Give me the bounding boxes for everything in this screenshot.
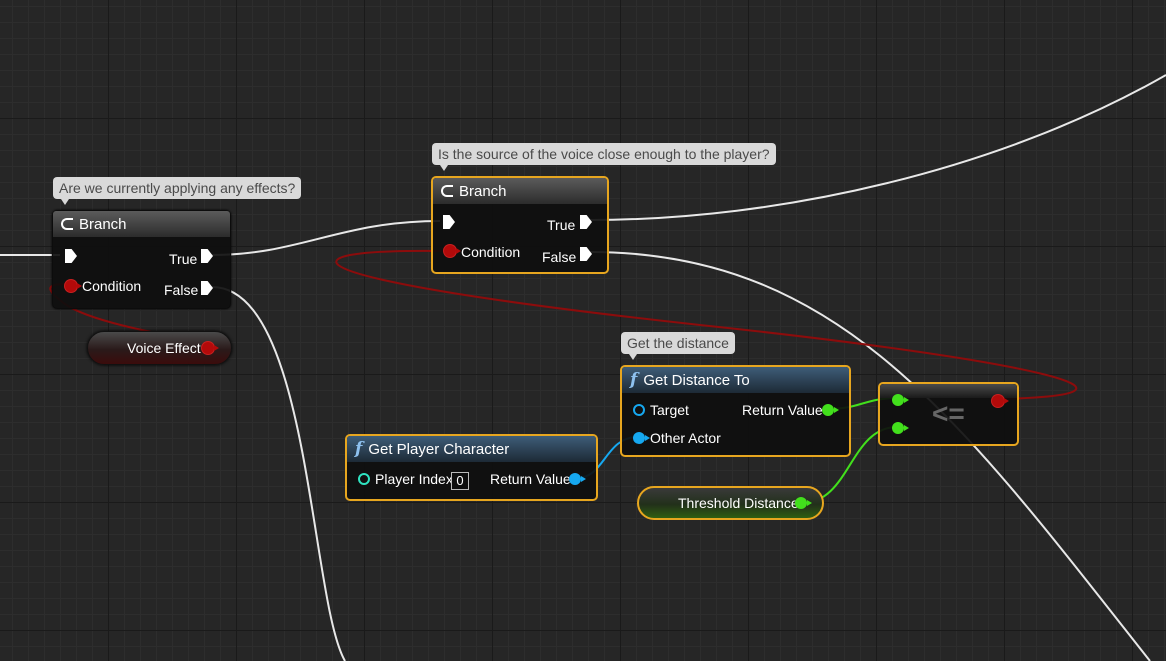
exec-wire-branch1-false <box>211 286 346 661</box>
branch-node-1-header: Branch <box>53 211 230 237</box>
branch-node-2-title: Branch <box>459 182 507 200</box>
get-distance-to-title: Get Distance To <box>643 371 750 389</box>
branch-node-1-title: Branch <box>79 215 127 233</box>
compare-input-b-pin[interactable] <box>892 422 909 434</box>
branch-node-2-exec-in-pin[interactable] <box>443 215 455 229</box>
branch-node-2-true-label: True <box>547 217 576 233</box>
branch-node-1-true-label: True <box>169 251 198 267</box>
get-player-return-pin[interactable] <box>569 473 586 485</box>
branch-icon <box>61 218 73 230</box>
threshold-distance-output-pin[interactable] <box>795 497 812 509</box>
player-index-label: Player Index <box>375 471 453 487</box>
threshold-distance-label: Threshold Distance <box>678 495 799 511</box>
less-equal-compare-node[interactable]: <= <box>878 382 1019 446</box>
get-player-character-node[interactable]: f Get Player Character Player Index 0 Re… <box>345 434 598 501</box>
branch-node-2-condition-label: Condition <box>461 244 521 260</box>
branch-node-2[interactable]: Branch True Condition False <box>431 176 609 274</box>
exec-wire-branch1-true-to-branch2 <box>211 220 441 256</box>
branch-node-1-true-pin[interactable] <box>201 249 213 263</box>
get-distance-return-pin[interactable] <box>822 404 839 416</box>
branch-node-2-false-label: False <box>542 249 577 265</box>
function-f-icon: f <box>630 370 638 390</box>
get-player-character-header: f Get Player Character <box>347 436 596 462</box>
branch-node-1-condition-pin[interactable] <box>65 280 82 292</box>
branch-node-1-false-pin[interactable] <box>201 281 213 295</box>
get-player-character-title: Get Player Character <box>368 440 510 458</box>
branch-node-1-exec-in-pin[interactable] <box>65 249 77 263</box>
threshold-distance-variable-node[interactable]: Threshold Distance <box>637 486 824 520</box>
get-player-return-label: Return Value <box>490 471 571 487</box>
voice-effect-output-pin[interactable] <box>202 342 219 354</box>
get-distance-other-actor-pin[interactable] <box>633 432 650 444</box>
compare-input-a-pin[interactable] <box>892 394 909 406</box>
get-distance-to-header: f Get Distance To <box>622 367 849 393</box>
branch-node-2-true-pin[interactable] <box>580 215 592 229</box>
player-index-input[interactable]: 0 <box>451 472 469 490</box>
comment-bubble-distance: Get the distance <box>621 332 735 360</box>
get-distance-target-label: Target <box>650 402 689 418</box>
voice-effect-variable-node[interactable]: Voice Effect <box>87 331 232 365</box>
get-distance-target-pin[interactable] <box>633 404 645 416</box>
get-distance-to-node[interactable]: f Get Distance To Target Return Value Ot… <box>620 365 851 457</box>
branch-node-1-false-label: False <box>164 282 199 298</box>
branch-node-2-condition-pin[interactable] <box>444 245 461 257</box>
get-distance-return-label: Return Value <box>742 402 823 418</box>
comment-bubble-branch1: Are we currently applying any effects? <box>53 177 302 205</box>
player-index-pin[interactable] <box>358 473 370 485</box>
compare-output-pin[interactable] <box>992 395 1009 407</box>
branch-node-1-condition-label: Condition <box>82 278 142 294</box>
get-distance-other-actor-label: Other Actor <box>650 430 721 446</box>
branch-node-2-header: Branch <box>433 178 607 204</box>
comment-bubble-branch2: Is the source of the voice close enough … <box>432 143 776 171</box>
function-f-icon: f <box>355 439 363 459</box>
voice-effect-label: Voice Effect <box>127 340 201 356</box>
branch-node-1[interactable]: Branch True Condition False <box>52 210 231 309</box>
compare-operator-symbol: <= <box>932 398 965 429</box>
branch-node-2-false-pin[interactable] <box>580 247 592 261</box>
branch-icon <box>441 185 453 197</box>
